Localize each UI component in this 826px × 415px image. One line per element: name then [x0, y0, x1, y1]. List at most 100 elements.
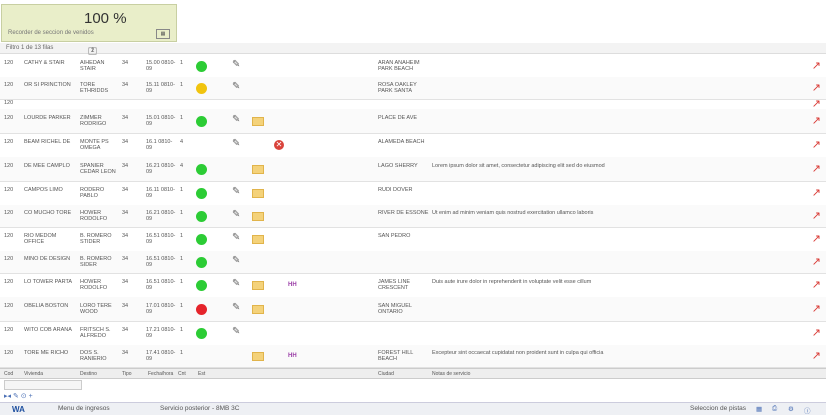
- folder-icon[interactable]: [252, 189, 264, 198]
- flag-icon[interactable]: ↗: [812, 81, 821, 94]
- table-row[interactable]: 120 CAMPOS LIMO RODERO PABLO 34 16.11 0810-0…: [0, 181, 826, 206]
- folder-icon[interactable]: [252, 212, 264, 221]
- col-dest[interactable]: Destino: [80, 371, 97, 377]
- table-row[interactable]: 120 TORE ME RICHO DOS S. RANIERIO 34 17.41 0…: [0, 345, 826, 368]
- row-type: 34: [122, 256, 129, 262]
- edit-icon[interactable]: ✎: [232, 81, 240, 92]
- status-middle: Servicio posterior - 8MB 3C: [160, 405, 240, 412]
- table-row[interactable]: 120 LOURDE PARKER ZIMMER RODRIGO 34 15.01 08…: [0, 109, 826, 134]
- flag-icon[interactable]: ↗: [812, 232, 821, 245]
- flag-icon[interactable]: ↗: [812, 114, 821, 127]
- status-right[interactable]: Seleccion de pistas: [690, 405, 746, 412]
- row-notes: Lorem ipsum dolor sit amet, consectetur …: [432, 163, 605, 169]
- col-notes[interactable]: Notas de servicio: [432, 371, 470, 377]
- status-dot: [196, 164, 207, 175]
- row-name: MINO DE DESIGN: [24, 256, 71, 262]
- row-city: LAGO SHERRY: [378, 163, 418, 169]
- folder-icon[interactable]: [252, 352, 264, 361]
- row-type: 34: [122, 60, 129, 66]
- table-icon[interactable]: ▦: [156, 29, 170, 39]
- row-datetime: 17.21 0810-09: [146, 327, 176, 339]
- row-datetime: 16.1 0810-09: [146, 139, 173, 151]
- flag-icon[interactable]: ↗: [812, 186, 821, 199]
- col-type[interactable]: Tipo: [122, 371, 132, 377]
- row-count: 1: [180, 327, 184, 333]
- flag-icon[interactable]: ↗: [812, 326, 821, 339]
- row-code: 120: [4, 350, 14, 356]
- col-date[interactable]: Fecha/hora: [148, 371, 173, 377]
- col-city[interactable]: Ciudad: [378, 371, 394, 377]
- row-name: LOURDE PARKER: [24, 115, 71, 121]
- status-dot: [196, 328, 207, 339]
- row-datetime: 17.01 0810-09: [146, 303, 176, 315]
- row-name: CO MUCHO TORE: [24, 210, 72, 216]
- row-city: SAN PEDRO: [378, 233, 411, 239]
- row-code: 120: [4, 82, 14, 88]
- row-destination: LORO TERE WOOD: [80, 303, 112, 315]
- row-destination: AIHEDAN STAIR: [80, 60, 105, 72]
- col-name[interactable]: Vivienda: [24, 371, 43, 377]
- page-button-2[interactable]: 2: [88, 47, 98, 55]
- row-type: 34: [122, 233, 129, 239]
- filter-input[interactable]: [4, 380, 82, 390]
- row-datetime: 16.11 0810-09: [146, 187, 175, 199]
- flag-icon[interactable]: ↗: [812, 209, 821, 222]
- edit-icon[interactable]: ✎: [232, 326, 240, 337]
- edit-icon[interactable]: ✎: [232, 59, 240, 70]
- flag-icon[interactable]: ↗: [812, 59, 821, 72]
- table-row[interactable]: 120 RIO MEDOM OFFICE B. ROMERO STIDER 34 16.…: [0, 227, 826, 252]
- row-code: 120: [4, 233, 14, 239]
- row-count: 1: [180, 279, 184, 285]
- edit-icon[interactable]: ✎: [232, 302, 240, 313]
- cancel-icon[interactable]: ✕: [274, 140, 284, 150]
- flag-icon[interactable]: ↗: [812, 138, 821, 151]
- status-left[interactable]: Menu de ingresos: [58, 405, 110, 412]
- flag-icon[interactable]: ↗: [812, 255, 821, 268]
- edit-icon[interactable]: ✎: [232, 138, 240, 149]
- row-code: 120: [4, 256, 14, 262]
- edit-icon[interactable]: ✎: [232, 255, 240, 266]
- status-dot: [196, 61, 207, 72]
- flag-icon[interactable]: ↗: [812, 302, 821, 315]
- edit-icon[interactable]: ✎: [232, 278, 240, 289]
- print-icon[interactable]: ⎙: [772, 405, 777, 413]
- row-type: 34: [122, 115, 129, 121]
- table-row[interactable]: 120 BEAM RICHEL DE MONTE PS OMEGA 34 16.1 08…: [0, 133, 826, 158]
- flag-icon[interactable]: ↗: [812, 162, 821, 175]
- col-count[interactable]: Cnt: [178, 371, 186, 377]
- folder-icon[interactable]: [252, 165, 264, 174]
- zoom-panel: 100 % Recorder de seccion de venidos ▦: [1, 4, 177, 42]
- pager-controls[interactable]: ▸◂ ✎ ⊙ +: [4, 392, 33, 400]
- flag-icon[interactable]: ↗: [812, 278, 821, 291]
- col-status[interactable]: Est: [198, 371, 205, 377]
- row-destination: SPANIER CEDAR LEON: [80, 163, 116, 175]
- folder-icon[interactable]: [252, 281, 264, 290]
- gear-icon[interactable]: ⚙: [788, 405, 794, 413]
- grid-icon[interactable]: ▦: [756, 405, 762, 413]
- table-row[interactable]: 120 MINO DE DESIGN B. ROMERO SIDER 34 16.51 …: [0, 251, 826, 274]
- folder-icon[interactable]: [252, 305, 264, 314]
- row-city: FOREST HILL BEACH: [378, 350, 414, 362]
- status-dot: [196, 257, 207, 268]
- edit-icon[interactable]: ✎: [232, 209, 240, 220]
- table-row[interactable]: 120 CO MUCHO TORE HOWER RODOLFO 34 16.21 081…: [0, 205, 826, 228]
- row-datetime: 16.51 0810-09: [146, 279, 176, 291]
- row-count: 1: [180, 350, 184, 356]
- table-row[interactable]: 120 WITO COB ARANA FRITSCH S. ALFREDO 34 17.…: [0, 321, 826, 346]
- edit-icon[interactable]: ✎: [232, 232, 240, 243]
- flag-icon[interactable]: ↗: [812, 349, 821, 362]
- table-row[interactable]: 120 CATHY & STAIR AIHEDAN STAIR 34 15.00 081…: [0, 55, 826, 78]
- folder-icon[interactable]: [252, 235, 264, 244]
- table-row[interactable]: 120 OR SI PRINCTION TORE ETHRIDDS 34 15.11 0…: [0, 77, 826, 100]
- table-row[interactable]: 120 LO TOWER PARTA HOWER RODOLFO 34 16.51 08…: [0, 273, 826, 298]
- col-id[interactable]: Cod: [4, 371, 13, 377]
- edit-icon[interactable]: ✎: [232, 114, 240, 125]
- edit-icon[interactable]: ✎: [232, 186, 240, 197]
- row-code: 120: [4, 327, 14, 333]
- table-row[interactable]: 120 DE MEE CAMPLO SPANIER CEDAR LEON 34 16.2…: [0, 157, 826, 182]
- row-type: 34: [122, 82, 129, 88]
- table-row[interactable]: 120 OBELIA BOSTON LORO TERE WOOD 34 17.01 08…: [0, 297, 826, 322]
- row-name: CAMPOS LIMO: [24, 187, 63, 193]
- folder-icon[interactable]: [252, 117, 264, 126]
- row-count: 4: [180, 139, 184, 145]
